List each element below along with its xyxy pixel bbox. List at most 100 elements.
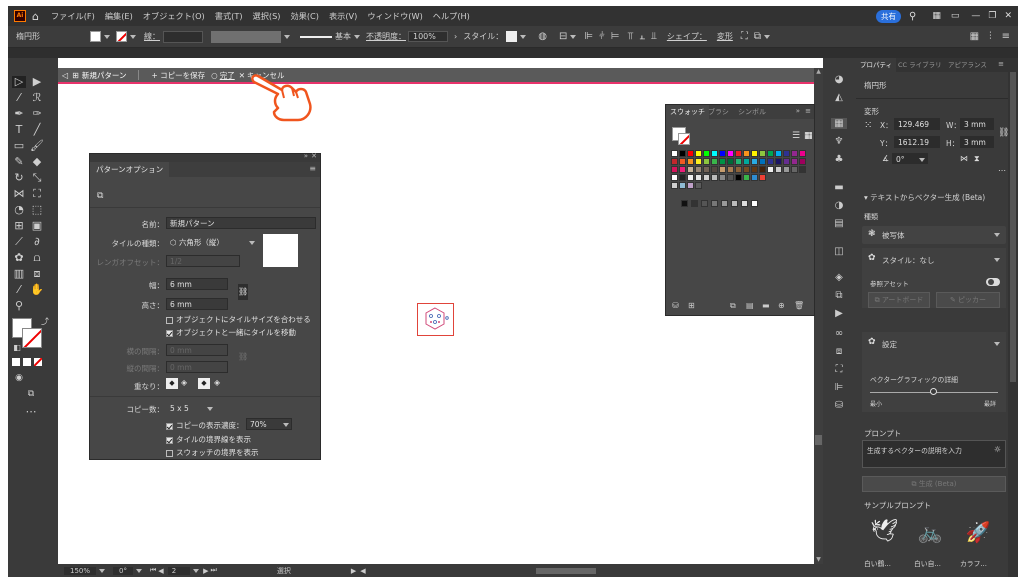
opacity-label[interactable]: 不透明度： <box>366 31 406 42</box>
stroke-swatch[interactable] <box>116 31 127 42</box>
graph-tool-icon[interactable]: ▥ <box>12 268 26 280</box>
list-view-icon[interactable]: ☰ <box>792 131 800 141</box>
swatch-chip[interactable] <box>719 166 726 173</box>
swatch-stroke-icon[interactable] <box>678 133 690 145</box>
swatches-dock-icon[interactable]: ▦ <box>831 118 847 129</box>
swatch-chip[interactable] <box>759 174 766 181</box>
next-page-icon[interactable]: ▶ <box>203 567 208 575</box>
shaper-tool-icon[interactable]: ✎ <box>12 156 26 168</box>
swatch-chip[interactable] <box>687 166 694 173</box>
new-swatch-icon[interactable]: ⊕ <box>778 301 785 310</box>
status-arrow-icon[interactable]: ▶ <box>351 567 356 575</box>
menu-view[interactable]: 表示(V) <box>329 10 357 22</box>
swatch-chip[interactable] <box>735 158 742 165</box>
swatch-chip[interactable] <box>695 158 702 165</box>
appearance-dock-icon[interactable]: ◫ <box>831 246 847 257</box>
pathfinder-dock-icon[interactable]: ⧈ <box>831 346 847 357</box>
move-tile-checkbox[interactable] <box>166 329 173 337</box>
recolor-icon[interactable]: ◍ <box>538 31 547 42</box>
swatch-chip[interactable] <box>719 174 726 181</box>
gradient-dock-icon[interactable]: ◑ <box>831 200 847 211</box>
swatch-grid[interactable] <box>671 150 811 220</box>
align-dock-icon[interactable]: ⊫ <box>831 382 847 393</box>
swatch-chip[interactable] <box>775 166 782 173</box>
swatch-chip[interactable] <box>791 158 798 165</box>
libraries-dock-icon[interactable]: ⛁ <box>831 400 847 411</box>
dim-value-select[interactable]: 70% <box>246 418 292 430</box>
swatch-chip[interactable] <box>703 166 710 173</box>
swatch-chip[interactable] <box>751 150 758 157</box>
sample-crane[interactable]: 🕊 <box>868 518 900 546</box>
home-icon[interactable]: ⌂ <box>32 10 39 23</box>
isolate-icon[interactable]: ⧉ <box>754 31 761 42</box>
show-tile-edge-checkbox[interactable] <box>166 436 173 444</box>
overlap-bottom-icon[interactable]: ◈ <box>214 378 220 387</box>
y-input[interactable]: 1612.19 <box>894 136 940 148</box>
pattern-options-tab[interactable]: パターンオプション <box>90 162 170 177</box>
dim-copies-option[interactable]: コピーの表示濃度： <box>166 420 244 431</box>
swatch-chip[interactable] <box>735 166 742 173</box>
scale-tool-icon[interactable]: ⤡ <box>30 172 44 184</box>
type-select[interactable]: ❃ 被写体 <box>862 226 1006 244</box>
properties-tab[interactable]: プロパティ <box>856 58 897 72</box>
pattern-tile-selection[interactable] <box>417 303 454 336</box>
detail-slider-thumb[interactable] <box>930 388 937 395</box>
sample-bicycle[interactable]: 🚲 <box>914 518 946 546</box>
swatch-chip[interactable] <box>775 158 782 165</box>
prompt-textarea[interactable]: 生成するベクターの説明を入力 ☼ <box>862 440 1006 468</box>
swatch-chip[interactable] <box>751 174 758 181</box>
show-tile-edge-option[interactable]: タイルの境界線を表示 <box>166 434 251 445</box>
lasso-tool-icon[interactable]: ℛ <box>30 92 44 104</box>
eraser-tool-icon[interactable]: ◆ <box>30 156 44 168</box>
share-button[interactable]: 共有 <box>876 9 902 23</box>
color-group-icon[interactable]: ▤ <box>746 301 754 310</box>
swatch-chip[interactable] <box>721 200 728 207</box>
width-tool-icon[interactable]: ⋈ <box>12 188 26 200</box>
brushes-tab[interactable]: ブラシ <box>708 105 729 119</box>
swatch-chip[interactable] <box>679 158 686 165</box>
tile-type-select[interactable]: ⬡ 六角形（縦） <box>166 236 258 248</box>
variable-width-field[interactable] <box>211 30 281 43</box>
fit-size-option[interactable]: オブジェクトにタイルサイズを合わせる <box>166 314 311 325</box>
swatch-chip[interactable] <box>735 150 742 157</box>
symbols-dock-icon[interactable]: ♣ <box>831 154 847 165</box>
scroll-down-icon[interactable]: ▼ <box>814 556 823 563</box>
panel-menu-icon[interactable]: ≡ <box>309 164 316 173</box>
cancel-icon[interactable]: ✕ <box>239 71 245 80</box>
perspective-grid-tool-icon[interactable]: ⬚ <box>30 204 44 216</box>
menu-select[interactable]: 選択(S) <box>253 10 281 22</box>
magic-wand-tool-icon[interactable]: ⁄ <box>12 92 26 104</box>
align-left-icon[interactable]: ⊫ <box>584 31 593 42</box>
swatch-chip[interactable] <box>791 166 798 173</box>
swatch-chip[interactable] <box>695 174 702 181</box>
menu-object[interactable]: オブジェクト(O) <box>143 10 205 22</box>
overlap-right-icon[interactable]: ◈ <box>181 378 187 387</box>
swatch-chip[interactable] <box>671 158 678 165</box>
artboards-dock-icon[interactable]: ⧉ <box>831 290 847 301</box>
swatch-chip[interactable] <box>731 200 738 207</box>
rotation-field[interactable]: 0° <box>113 566 133 575</box>
color-panel-icon[interactable]: ◕ <box>831 74 847 85</box>
screen-mode-icon[interactable]: ⧉ <box>24 388 38 400</box>
save-copy-button[interactable]: + コピーを保存 <box>151 70 205 81</box>
menu-type[interactable]: 書式(T) <box>215 10 243 22</box>
swatch-chip[interactable] <box>711 158 718 165</box>
draw-mode-icon[interactable]: ◉ <box>12 372 26 384</box>
hand-tool-icon[interactable]: ✋ <box>30 284 44 296</box>
chevron-down-icon[interactable] <box>994 342 1000 346</box>
back-arrow-icon[interactable]: ◁ <box>62 71 68 80</box>
color-mode-button[interactable] <box>12 358 20 366</box>
overlap-top-icon[interactable]: ◆ <box>198 378 210 389</box>
done-button[interactable]: 完了 <box>220 70 235 81</box>
idea-bulb-icon[interactable]: ☼ <box>994 445 1001 454</box>
menu-help[interactable]: ヘルプ(H) <box>433 10 470 22</box>
transform-icon[interactable]: ⛶ <box>741 31 748 42</box>
swatch-chip[interactable] <box>743 174 750 181</box>
swatch-library-icon[interactable]: ⛁ <box>672 301 679 310</box>
stroke-color-box[interactable] <box>22 328 42 348</box>
swatch-chip[interactable] <box>719 150 726 157</box>
swap-icon[interactable]: ⤴ <box>38 316 52 328</box>
first-page-icon[interactable]: ⏮ <box>150 566 156 575</box>
ref-asset-toggle[interactable] <box>986 278 1000 286</box>
arrange-documents-icon[interactable]: ▦ <box>970 31 979 42</box>
